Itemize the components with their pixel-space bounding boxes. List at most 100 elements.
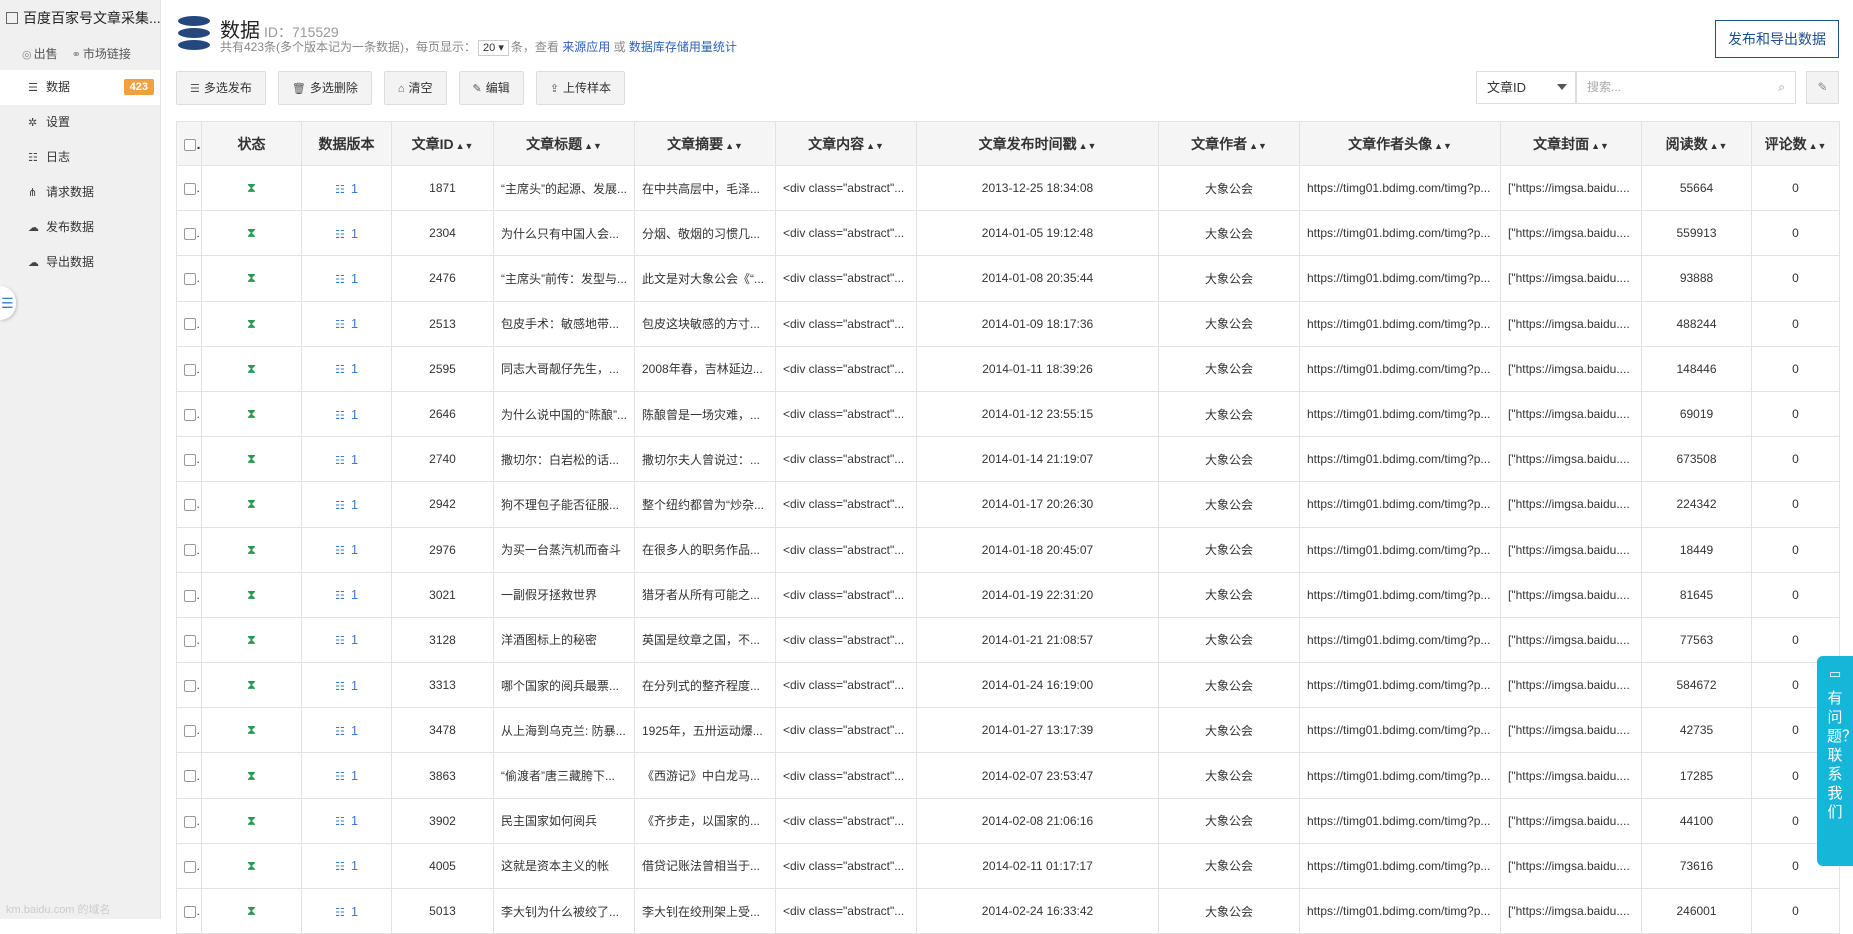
version-cell[interactable]: ☷ 1 bbox=[301, 707, 392, 754]
col-title[interactable]: 文章标题 ▲▼ bbox=[493, 121, 635, 166]
table-row[interactable]: ⧗ ☷ 1 2595 同志大哥靓仔先生，... 2008年春，吉林延边... <div cl… bbox=[176, 345, 1840, 392]
table-row[interactable]: ⧗ ☷ 1 2740 撒切尔：白岩松的话... 撒切尔夫人曾说过：... <div clas… bbox=[176, 436, 1840, 483]
app-title[interactable]: 百度百家号文章采集... bbox=[0, 0, 160, 36]
table-row[interactable]: ⧗ ☷ 1 2304 为什么只有中国人会... 分烟、敬烟的习惯几... <div clas… bbox=[176, 210, 1840, 257]
version-cell[interactable]: ☷ 1 bbox=[301, 526, 392, 573]
table-row[interactable]: ⧗ ☷ 1 2513 包皮手术：敏感地带... 包皮这块敏感的方寸... <div clas… bbox=[176, 300, 1840, 347]
version-cell[interactable]: ☷ 1 bbox=[301, 616, 392, 664]
version-cell[interactable]: ☷ 1 bbox=[301, 662, 392, 709]
table-row[interactable]: ⧗ ☷ 1 2646 为什么说中国的“陈酿”... 陈酿曾是一场灾难，... <div cl… bbox=[176, 390, 1840, 438]
sell-link[interactable]: ◎ 出售 bbox=[22, 45, 58, 62]
clear-button[interactable]: ⌂ 清空 bbox=[383, 71, 447, 105]
sidebar-item-request-data[interactable]: ⋔ 请求数据 bbox=[0, 175, 160, 210]
version-cell[interactable]: ☷ 1 bbox=[301, 481, 392, 528]
author-avatar-cell: https://timg01.bdimg.com/timg?p... bbox=[1299, 300, 1501, 347]
row-checkbox[interactable] bbox=[184, 589, 196, 602]
row-checkbox[interactable] bbox=[184, 905, 196, 918]
row-checkbox[interactable] bbox=[184, 182, 196, 195]
summary-cell: 包皮这块敏感的方寸... bbox=[634, 300, 776, 347]
version-cell[interactable]: ☷ 1 bbox=[301, 390, 392, 438]
table-row[interactable]: ⧗ ☷ 1 1871 “主席头”的起源、发展... 在中共高层中，毛泽... <div cl… bbox=[176, 164, 1840, 212]
search-icon[interactable]: ⌕ bbox=[1778, 72, 1785, 103]
summary-cell: 英国是纹章之国，不... bbox=[634, 616, 776, 664]
select-all-checkbox[interactable] bbox=[184, 138, 196, 151]
table-row[interactable]: ⧗ ☷ 1 4005 这就是资本主义的帐 借贷记账法曾相当于... <div class="… bbox=[176, 842, 1840, 890]
sidebar-item-data[interactable]: ☰ 数据 423 bbox=[0, 70, 160, 105]
table-row[interactable]: ⧗ ☷ 1 2976 为买一台蒸汽机而奋斗 在很多人的职务作品... <div class=… bbox=[176, 526, 1840, 573]
col-content[interactable]: 文章内容 ▲▼ bbox=[775, 121, 917, 166]
row-checkbox[interactable] bbox=[184, 770, 196, 783]
version-cell[interactable]: ☷ 1 bbox=[301, 210, 392, 257]
title-cell: 为什么只有中国人会... bbox=[493, 210, 635, 257]
row-checkbox[interactable] bbox=[184, 679, 196, 692]
row-checkbox[interactable] bbox=[184, 318, 196, 331]
title-cell: 为什么说中国的“陈酿”... bbox=[493, 390, 635, 438]
sort-icon: ▲▼ bbox=[866, 140, 884, 151]
row-checkbox[interactable] bbox=[184, 815, 196, 828]
col-author-avatar[interactable]: 文章作者头像 ▲▼ bbox=[1299, 121, 1501, 166]
contact-us-button[interactable]: ▭ 有问题？联系我们 bbox=[1817, 656, 1853, 866]
row-checkbox[interactable] bbox=[184, 228, 196, 241]
table-row[interactable]: ⧗ ☷ 1 2942 狗不理包子能否征服... 整个纽约都曾为“炒杂... <div cla… bbox=[176, 481, 1840, 528]
column-edit-button[interactable]: ✎ bbox=[1806, 71, 1839, 104]
multi-delete-button[interactable]: 🗑 多选删除 bbox=[277, 71, 372, 105]
row-checkbox[interactable] bbox=[184, 634, 196, 647]
version-cell[interactable]: ☷ 1 bbox=[301, 300, 392, 347]
version-cell[interactable]: ☷ 1 bbox=[301, 255, 392, 302]
title-cell: 同志大哥靓仔先生，... bbox=[493, 345, 635, 392]
sidebar-item-publish-data[interactable]: ☁ 发布数据 bbox=[0, 210, 160, 245]
search-placeholder: 搜索... bbox=[1587, 80, 1622, 94]
search-input[interactable]: 搜索... ⌕ bbox=[1576, 71, 1796, 104]
sidebar-item-export-data[interactable]: ☁ 导出数据 bbox=[0, 245, 160, 280]
row-checkbox[interactable] bbox=[184, 408, 196, 421]
row-checkbox[interactable] bbox=[184, 544, 196, 557]
table-row[interactable]: ⧗ ☷ 1 2476 “主席头”前传：发型与... 此文是对大象公会《“... <div c… bbox=[176, 255, 1840, 302]
col-publish-time[interactable]: 文章发布时间戳 ▲▼ bbox=[916, 121, 1159, 166]
version-cell[interactable]: ☷ 1 bbox=[301, 752, 392, 799]
search-field-select[interactable]: 文章ID bbox=[1476, 71, 1576, 104]
cloud-download-icon: ☁ bbox=[28, 257, 39, 269]
row-select-cell bbox=[176, 526, 202, 573]
row-checkbox[interactable] bbox=[184, 363, 196, 376]
author-avatar-cell: https://timg01.bdimg.com/timg?p... bbox=[1299, 481, 1501, 528]
version-cell[interactable]: ☷ 1 bbox=[301, 164, 392, 212]
row-checkbox[interactable] bbox=[184, 860, 196, 873]
cloud-upload-icon: ☁ bbox=[28, 222, 39, 234]
read-count-cell: 673508 bbox=[1641, 436, 1752, 483]
table-row[interactable]: ⧗ ☷ 1 5013 李大钊为什么被绞了... 李大钊在绞刑架上受... <div clas… bbox=[176, 887, 1840, 934]
page-size-select[interactable]: 20 ▾ bbox=[478, 40, 509, 56]
upload-sample-button[interactable]: ⇪ 上传样本 bbox=[535, 71, 626, 105]
row-checkbox[interactable] bbox=[184, 499, 196, 512]
table-row[interactable]: ⧗ ☷ 1 3902 民主国家如何阅兵 《齐步走，以国家的... <div class="a… bbox=[176, 797, 1840, 844]
col-read-count[interactable]: 阅读数 ▲▼ bbox=[1641, 121, 1752, 166]
row-checkbox[interactable] bbox=[184, 725, 196, 738]
row-checkbox[interactable] bbox=[184, 454, 196, 467]
table-row[interactable]: ⧗ ☷ 1 3021 一副假牙拯救世界 猎牙者从所有可能之... <div class="a… bbox=[176, 571, 1840, 618]
sidebar-item-settings[interactable]: ✲ 设置 bbox=[0, 105, 160, 140]
sidebar-item-log[interactable]: ☷ 日志 bbox=[0, 140, 160, 175]
version-cell[interactable]: ☷ 1 bbox=[301, 797, 392, 844]
table-row[interactable]: ⧗ ☷ 1 3863 “偷渡者”唐三藏胯下... 《西游记》中白龙马... <div cla… bbox=[176, 752, 1840, 799]
version-cell[interactable]: ☷ 1 bbox=[301, 436, 392, 483]
table-row[interactable]: ⧗ ☷ 1 3313 哪个国家的阅兵最票... 在分列式的整齐程度... <div clas… bbox=[176, 662, 1840, 709]
table-row[interactable]: ⧗ ☷ 1 3128 洋酒图标上的秘密 英国是纹章之国，不... <div class="a… bbox=[176, 616, 1840, 664]
table-row[interactable]: ⧗ ☷ 1 3478 从上海到乌克兰: 防暴... 1925年，五卅运动爆... <div … bbox=[176, 707, 1840, 754]
row-select-cell bbox=[176, 752, 202, 799]
col-author[interactable]: 文章作者 ▲▼ bbox=[1158, 121, 1300, 166]
row-checkbox[interactable] bbox=[184, 273, 196, 286]
market-link[interactable]: ⚭ 市场链接 bbox=[72, 45, 131, 62]
version-cell[interactable]: ☷ 1 bbox=[301, 842, 392, 890]
multi-publish-button[interactable]: ☰ 多选发布 bbox=[176, 71, 266, 105]
publish-export-button[interactable]: 发布和导出数据 bbox=[1715, 20, 1839, 58]
storage-stats-link[interactable]: 数据库存储用量统计 bbox=[629, 40, 737, 54]
version-cell[interactable]: ☷ 1 bbox=[301, 571, 392, 618]
col-comment-count[interactable]: 评论数 ▲▼ bbox=[1751, 121, 1840, 166]
col-summary[interactable]: 文章摘要 ▲▼ bbox=[634, 121, 776, 166]
col-article-id[interactable]: 文章ID ▲▼ bbox=[391, 121, 494, 166]
version-cell[interactable]: ☷ 1 bbox=[301, 345, 392, 392]
edit-button[interactable]: ✎ 编辑 bbox=[458, 71, 524, 105]
col-cover[interactable]: 文章封面 ▲▼ bbox=[1500, 121, 1642, 166]
source-app-link[interactable]: 来源应用 bbox=[562, 40, 610, 54]
sidebar-item-label: 日志 bbox=[46, 150, 71, 164]
version-cell[interactable]: ☷ 1 bbox=[301, 887, 392, 934]
